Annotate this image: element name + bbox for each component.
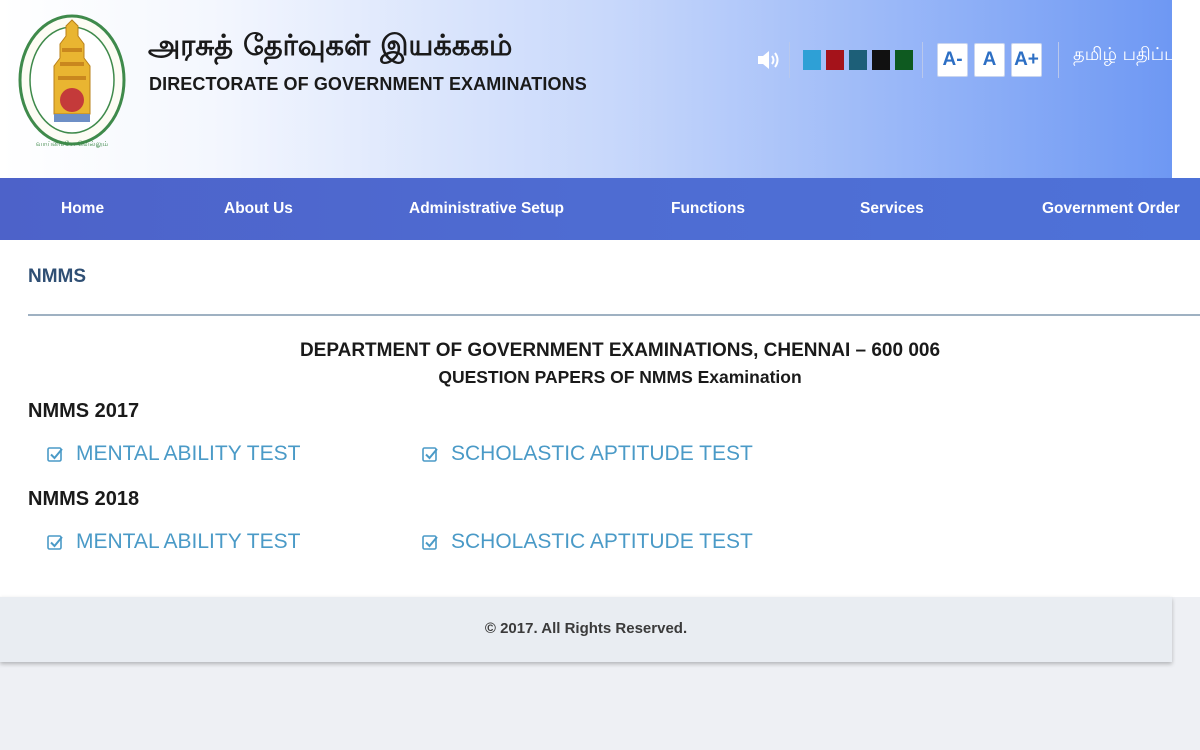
link-label: SCHOLASTIC APTITUDE TEST: [451, 530, 753, 553]
toolbar-separator: [1058, 42, 1059, 78]
link-2017-scholastic-aptitude-test[interactable]: SCHOLASTIC APTITUDE TEST: [422, 442, 753, 466]
link-2018-scholastic-aptitude-test[interactable]: SCHOLASTIC APTITUDE TEST: [422, 530, 753, 554]
page-title: NMMS: [28, 266, 87, 287]
main-content: NMMS DEPARTMENT OF GOVERNMENT EXAMINATIO…: [0, 240, 1200, 597]
nav-item-about-us[interactable]: About Us: [224, 178, 293, 240]
speaker-icon[interactable]: [755, 47, 781, 73]
toolbar-separator: [789, 42, 790, 78]
checkbox-icon: [47, 446, 63, 462]
header-edge: [1172, 0, 1200, 178]
nav-item-government-order[interactable]: Government Order: [1042, 178, 1180, 240]
main-nav: Home About Us Administrative Setup Funct…: [0, 178, 1200, 240]
department-heading: DEPARTMENT OF GOVERNMENT EXAMINATIONS, C…: [299, 340, 941, 361]
site-header: வாய்மையே வெல்லும் அரசுத் தேர்வுகள் இயக்க…: [0, 0, 1172, 178]
link-label: MENTAL ABILITY TEST: [76, 442, 301, 465]
decrease-font-button[interactable]: A-: [937, 43, 968, 77]
nav-item-functions[interactable]: Functions: [671, 178, 745, 240]
link-label: SCHOLASTIC APTITUDE TEST: [451, 442, 753, 465]
tamil-version-link[interactable]: தமிழ் பதிப்பு: [1073, 44, 1172, 67]
font-size-controls: A- A A+: [937, 43, 1042, 77]
checkbox-icon: [422, 534, 438, 550]
theme-color-picker: [803, 50, 913, 70]
tamil-nadu-emblem-icon: வாய்மையே வெல்லும்: [18, 14, 126, 148]
copyright-text: © 2017. All Rights Reserved.: [484, 620, 688, 637]
site-footer: © 2017. All Rights Reserved.: [0, 597, 1172, 662]
link-2017-mental-ability-test[interactable]: MENTAL ABILITY TEST: [47, 442, 300, 466]
theme-swatch-green[interactable]: [895, 50, 913, 70]
site-title-tamil: அரசுத் தேர்வுகள் இயக்ககம்: [148, 28, 513, 62]
checkbox-icon: [47, 534, 63, 550]
site-title-english: DIRECTORATE OF GOVERNMENT EXAMINATIONS: [149, 74, 587, 94]
checkbox-icon: [422, 446, 438, 462]
nav-item-administrative-setup[interactable]: Administrative Setup: [409, 178, 564, 240]
theme-swatch-red[interactable]: [826, 50, 844, 70]
reset-font-button[interactable]: A: [974, 43, 1005, 77]
svg-text:வாய்மையே வெல்லும்: வாய்மையே வெல்லும்: [36, 140, 109, 148]
theme-swatch-light-blue[interactable]: [803, 50, 821, 70]
link-2018-mental-ability-test[interactable]: MENTAL ABILITY TEST: [47, 530, 300, 554]
nav-item-home[interactable]: Home: [61, 178, 104, 240]
increase-font-button[interactable]: A+: [1011, 43, 1042, 77]
year-heading-2018: NMMS 2018: [28, 488, 140, 510]
theme-swatch-teal[interactable]: [849, 50, 867, 70]
title-divider: [28, 314, 1200, 316]
toolbar-separator: [922, 42, 923, 78]
link-label: MENTAL ABILITY TEST: [76, 530, 301, 553]
nav-item-services[interactable]: Services: [860, 178, 924, 240]
question-papers-heading: QUESTION PAPERS OF NMMS Examination: [438, 367, 802, 387]
theme-swatch-black[interactable]: [872, 50, 890, 70]
year-heading-2017: NMMS 2017: [28, 400, 140, 422]
